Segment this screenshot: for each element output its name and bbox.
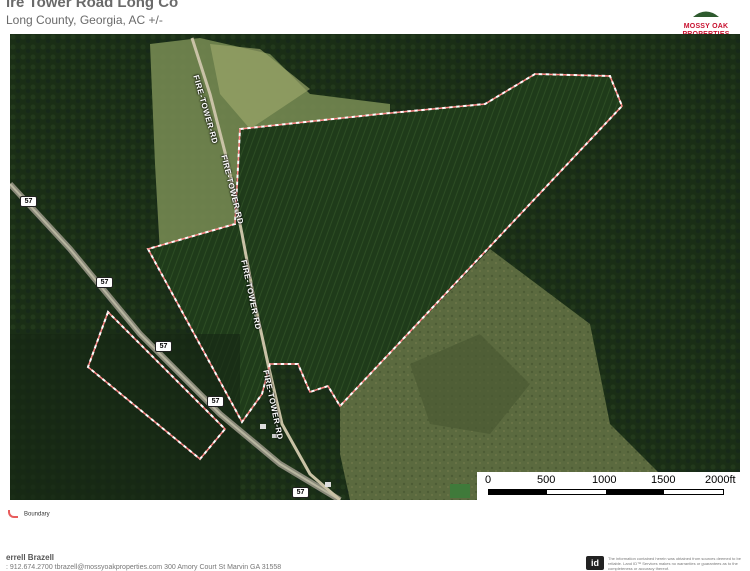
aerial-map[interactable]: FIRE-TOWER-RD FIRE-TOWER-RD FIRE-TOWER-R… (10, 34, 740, 500)
scale-label: 0 (485, 474, 492, 486)
highway-shield: 57 (292, 487, 309, 498)
scale-label: 1000 (592, 474, 617, 486)
scale-label: 1500 (651, 474, 676, 486)
aerial-imagery (10, 34, 740, 500)
mossy-oak-logo: MOSSY OAK PROPERTIES Coastal Land and Re… (668, 5, 744, 49)
agent-name: errell Brazell (6, 553, 55, 562)
scale-label: 500 (537, 474, 556, 486)
scale-label: 2000ft (705, 474, 736, 486)
disclaimer-text: The information contained herein was obt… (608, 556, 741, 571)
oak-leaf-icon (693, 11, 719, 17)
highway-shield: 57 (207, 396, 224, 407)
highway-shield: 57 (155, 341, 172, 352)
page-title: ire Tower Road Long Co (6, 0, 179, 11)
land-id-logo: id (586, 556, 604, 570)
highway-shield: 57 (96, 277, 113, 288)
scale-bar: 0 500 1000 1500 2000ft (477, 472, 740, 500)
page-subtitle: Long County, Georgia, AC +/- (6, 13, 163, 27)
map-legend: Boundary (8, 510, 50, 518)
logo-brand: MOSSY OAK (683, 23, 729, 30)
boundary-swatch-icon (8, 510, 18, 518)
legend-boundary-label: Boundary (24, 511, 50, 518)
highway-shield: 57 (20, 196, 37, 207)
scale-bar-graphic (488, 489, 724, 495)
